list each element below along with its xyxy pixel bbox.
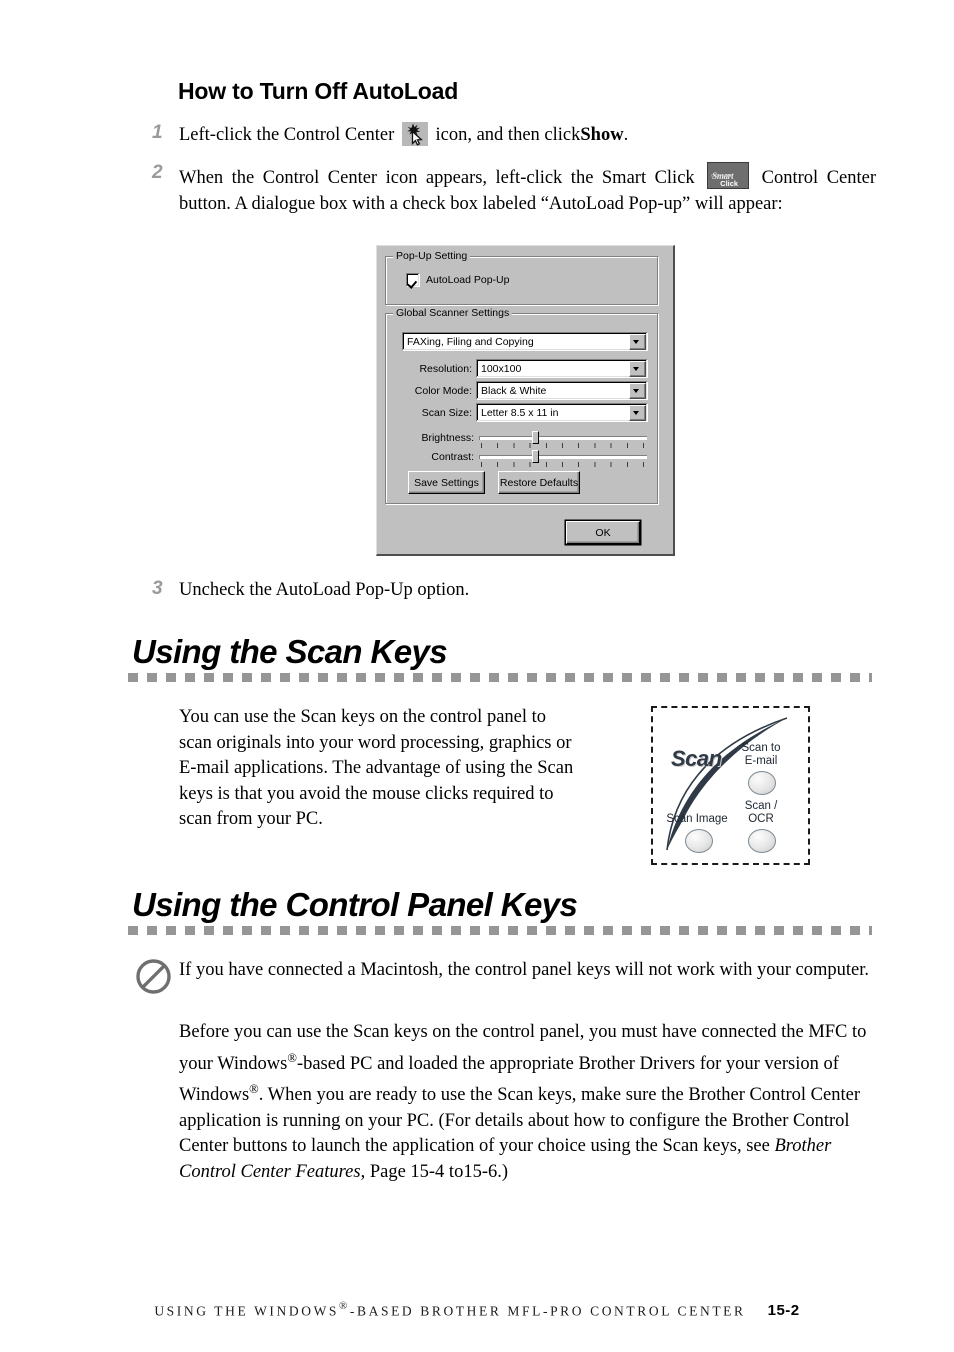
scan-size-combo[interactable]: Letter 8.5 x 11 in xyxy=(476,403,648,422)
footer-text-2: -BASED BROTHER MFL-PRO CONTROL CENTER xyxy=(349,1303,746,1319)
control-panel-keys-rule xyxy=(128,926,872,935)
global-scanner-settings-group-label: Global Scanner Settings xyxy=(393,307,513,319)
cursor-star-icon xyxy=(401,122,428,146)
brightness-slider-track[interactable] xyxy=(479,436,647,440)
scan-to-email-label: Scan to E-mail xyxy=(730,742,792,768)
smart-click-icon-word-control-center: CONTROL CENTER xyxy=(711,172,732,178)
macintosh-note-text: If you have connected a Macintosh, the c… xyxy=(179,960,869,980)
scan-mode-combo[interactable]: FAXing, Filing and Copying xyxy=(402,332,648,351)
control-panel-keys-heading-wrap: Using the Control Panel Keys xyxy=(132,886,578,924)
resolution-chevron-down-icon[interactable] xyxy=(628,360,646,377)
contrast-slider-ticks xyxy=(481,462,646,467)
smart-click-button-icon: Smart Click CONTROL CENTER xyxy=(707,162,750,189)
document-page: How to Turn Off AutoLoad 1 Left-click th… xyxy=(0,0,954,1352)
scan-to-email-label-line1: Scan to xyxy=(741,742,781,754)
resolution-combo[interactable]: 100x100 xyxy=(476,359,648,378)
control-panel-keys-heading: Using the Control Panel Keys xyxy=(132,886,578,923)
color-mode-combo[interactable]: Black & White xyxy=(476,381,648,400)
scan-to-email-label-line2: E-mail xyxy=(744,755,778,767)
step-number-3: 3 xyxy=(152,578,163,599)
save-settings-button[interactable]: Save Settings xyxy=(408,471,485,494)
scan-keys-heading: Using the Scan Keys xyxy=(132,633,448,670)
scan-image-button[interactable] xyxy=(685,829,713,853)
scan-image-label: Scan Image xyxy=(666,813,728,825)
autoload-popup-checkbox-label: AutoLoad Pop-Up xyxy=(426,274,510,286)
brightness-label: Brightness: xyxy=(421,432,474,444)
contrast-slider-track[interactable] xyxy=(479,455,647,459)
color-mode-combo-value: Black & White xyxy=(481,384,547,397)
popup-setting-group-label: Pop-Up Setting xyxy=(393,250,471,262)
step-2-text-a: When the Control Center icon appears, le… xyxy=(179,168,695,188)
registered-mark-1: ® xyxy=(287,1050,297,1065)
scan-ocr-label-line1: Scan / xyxy=(744,800,778,812)
autoload-popup-checkbox[interactable] xyxy=(406,273,420,287)
ok-button[interactable]: OK xyxy=(566,521,640,544)
resolution-combo-value: 100x100 xyxy=(481,362,522,375)
scan-mode-chevron-down-icon[interactable] xyxy=(628,333,646,350)
contrast-label: Contrast: xyxy=(431,451,474,463)
color-mode-chevron-down-icon[interactable] xyxy=(628,382,646,399)
control-panel-paragraph: Before you can use the Scan keys on the … xyxy=(179,1020,879,1185)
scan-keys-rule xyxy=(128,673,872,682)
scan-to-email-button[interactable] xyxy=(748,771,776,795)
paragraph-part-3: . When you are ready to use the Scan key… xyxy=(179,1085,860,1157)
step-1-text-c: . xyxy=(623,125,629,145)
step-number-2: 2 xyxy=(152,162,163,183)
brother-control-center-properties-dialog[interactable]: Pop-Up Setting AutoLoad Pop-Up Global Sc… xyxy=(376,245,675,556)
scan-mode-combo-value: FAXing, Filing and Copying xyxy=(407,335,534,348)
scan-size-combo-value: Letter 8.5 x 11 in xyxy=(481,406,559,419)
restore-defaults-button[interactable]: Restore Defaults xyxy=(498,471,580,494)
step-1-bold-show: Show xyxy=(580,125,624,145)
color-mode-label: Color Mode: xyxy=(414,385,472,397)
scan-ocr-label-line2: OCR xyxy=(748,813,774,825)
paragraph-part-4: , Page 15-4 to15-6.) xyxy=(360,1161,509,1182)
scan-size-chevron-down-icon[interactable] xyxy=(628,404,646,421)
scan-brand-word: Scan xyxy=(671,746,722,771)
step-1-text: Left-click the Control Center icon, and … xyxy=(179,122,879,149)
step-1-text-a: Left-click the Control Center xyxy=(179,125,395,145)
brightness-slider-ticks xyxy=(481,443,646,448)
page-footer: USING THE WINDOWS®-BASED BROTHER MFL-PRO… xyxy=(0,1300,954,1320)
resolution-label: Resolution: xyxy=(419,363,472,375)
registered-mark-2: ® xyxy=(249,1082,259,1097)
prohibition-icon xyxy=(135,958,172,995)
step-number-1: 1 xyxy=(152,122,163,143)
scan-keys-heading-wrap: Using the Scan Keys xyxy=(132,633,448,671)
step-3-text: Uncheck the AutoLoad Pop-Up option. xyxy=(179,580,470,600)
step-1-text-b: icon, and then click xyxy=(435,125,581,145)
scan-ocr-label: Scan / OCR xyxy=(730,800,792,826)
footer-page-number: 15-2 xyxy=(767,1302,800,1320)
global-scanner-settings-group: Global Scanner Settings FAXing, Filing a… xyxy=(385,307,659,505)
footer-registered-mark: ® xyxy=(339,1300,350,1312)
scan-size-label: Scan Size: xyxy=(421,407,472,419)
footer-text-1: USING THE WINDOWS xyxy=(154,1303,340,1319)
scan-swoosh-graphic xyxy=(666,717,788,851)
scan-ocr-button[interactable] xyxy=(748,829,776,853)
scan-keys-panel-figure: Scan Scan to E-mail Scan / OCR Scan Imag… xyxy=(651,706,810,865)
scan-keys-body: You can use the Scan keys on the control… xyxy=(179,707,574,829)
step-2-text: When the Control Center icon appears, le… xyxy=(179,162,876,217)
popup-setting-group: Pop-Up Setting AutoLoad Pop-Up xyxy=(385,250,659,306)
section-heading: How to Turn Off AutoLoad xyxy=(178,78,459,104)
autoload-popup-checkbox-row[interactable]: AutoLoad Pop-Up xyxy=(406,273,509,287)
